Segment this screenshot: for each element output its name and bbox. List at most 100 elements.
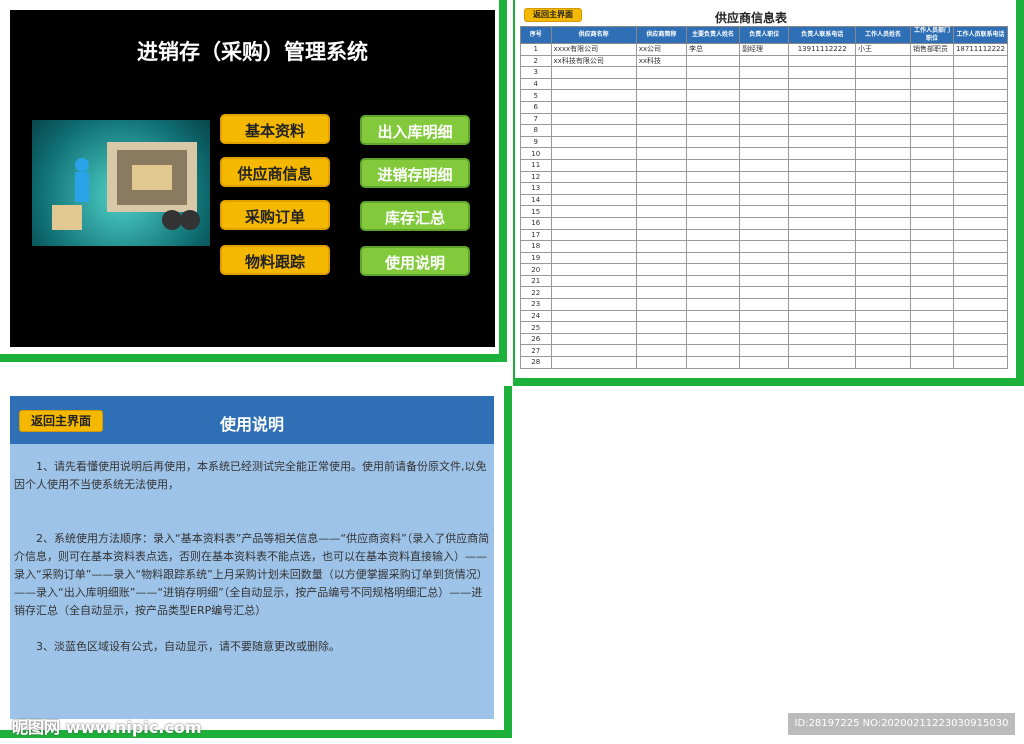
table-cell[interactable] (788, 309, 857, 323)
table-cell[interactable]: 13 (520, 182, 552, 195)
table-cell[interactable]: 8 (520, 124, 552, 137)
table-cell[interactable] (952, 263, 1009, 276)
table-cell[interactable] (910, 112, 954, 126)
table-cell[interactable] (686, 112, 741, 126)
table-cell[interactable] (952, 240, 1009, 253)
table-cell[interactable] (952, 344, 1009, 358)
table-cell[interactable] (739, 344, 790, 358)
table-cell[interactable] (739, 240, 790, 253)
table-cell[interactable] (788, 147, 857, 160)
table-cell[interactable] (686, 356, 741, 369)
table-cell[interactable] (686, 251, 741, 265)
table-cell[interactable] (855, 147, 912, 160)
table-cell[interactable]: 销售部职员 (910, 43, 954, 56)
table-cell[interactable] (686, 77, 741, 91)
table-cell[interactable] (550, 124, 637, 137)
table-cell[interactable] (910, 170, 954, 184)
table-cell[interactable] (550, 100, 637, 114)
table-cell[interactable] (635, 182, 688, 195)
back-to-main-button[interactable]: 返回主界面 (524, 8, 582, 22)
table-cell[interactable] (788, 356, 857, 369)
table-cell[interactable] (855, 298, 912, 311)
table-cell[interactable] (635, 193, 688, 207)
table-cell[interactable] (788, 135, 857, 149)
table-cell[interactable] (739, 263, 790, 276)
inout-detail-button[interactable]: 出入库明细 (360, 115, 470, 145)
table-cell[interactable] (855, 274, 912, 288)
table-cell[interactable] (952, 286, 1009, 300)
table-cell[interactable] (635, 251, 688, 265)
table-cell[interactable] (952, 193, 1009, 207)
table-cell[interactable] (635, 77, 688, 91)
table-cell[interactable] (855, 286, 912, 300)
table-cell[interactable] (739, 112, 790, 126)
table-cell[interactable] (910, 100, 954, 114)
table-cell[interactable]: 21 (520, 274, 552, 288)
table-cell[interactable] (788, 112, 857, 126)
table-cell[interactable] (635, 89, 688, 102)
table-cell[interactable] (686, 216, 741, 230)
table-cell[interactable] (855, 89, 912, 102)
table-cell[interactable] (635, 216, 688, 230)
table-cell[interactable] (635, 274, 688, 288)
table-cell[interactable] (952, 205, 1009, 218)
table-cell[interactable] (739, 89, 790, 102)
table-cell[interactable] (910, 89, 954, 102)
table-cell[interactable] (855, 321, 912, 334)
table-cell[interactable] (952, 228, 1009, 242)
table-cell[interactable] (739, 286, 790, 300)
table-cell[interactable] (550, 182, 637, 195)
table-cell[interactable] (910, 135, 954, 149)
table-cell[interactable] (788, 54, 857, 68)
table-cell[interactable]: 16 (520, 216, 552, 230)
table-cell[interactable] (635, 309, 688, 323)
table-cell[interactable] (550, 112, 637, 126)
table-cell[interactable] (739, 54, 790, 68)
table-cell[interactable]: 17 (520, 228, 552, 242)
table-cell[interactable] (910, 321, 954, 334)
table-cell[interactable]: xx公司 (635, 43, 688, 56)
table-cell[interactable] (952, 251, 1009, 265)
table-cell[interactable]: 18711112222 (952, 43, 1009, 56)
table-cell[interactable] (952, 274, 1009, 288)
table-cell[interactable] (550, 344, 637, 358)
table-cell[interactable] (855, 251, 912, 265)
table-cell[interactable] (788, 274, 857, 288)
table-cell[interactable] (788, 240, 857, 253)
table-cell[interactable] (686, 263, 741, 276)
table-cell[interactable] (855, 228, 912, 242)
table-cell[interactable] (910, 332, 954, 346)
table-cell[interactable]: 27 (520, 344, 552, 358)
table-cell[interactable] (686, 274, 741, 288)
table-cell[interactable] (739, 135, 790, 149)
table-cell[interactable] (910, 182, 954, 195)
table-cell[interactable] (910, 240, 954, 253)
table-cell[interactable] (686, 158, 741, 172)
table-cell[interactable]: 18 (520, 240, 552, 253)
table-cell[interactable] (855, 170, 912, 184)
table-cell[interactable] (550, 332, 637, 346)
table-cell[interactable] (788, 332, 857, 346)
table-cell[interactable]: 11 (520, 158, 552, 172)
table-cell[interactable]: 20 (520, 263, 552, 276)
table-cell[interactable] (910, 205, 954, 218)
table-cell[interactable] (910, 216, 954, 230)
table-cell[interactable] (910, 344, 954, 358)
table-cell[interactable] (910, 356, 954, 369)
table-cell[interactable] (788, 100, 857, 114)
table-cell[interactable] (788, 170, 857, 184)
table-cell[interactable] (635, 286, 688, 300)
table-cell[interactable] (550, 193, 637, 207)
table-cell[interactable]: 19 (520, 251, 552, 265)
table-cell[interactable] (910, 124, 954, 137)
table-cell[interactable] (550, 286, 637, 300)
table-cell[interactable] (635, 332, 688, 346)
table-cell[interactable] (952, 135, 1009, 149)
table-cell[interactable] (739, 66, 790, 79)
table-cell[interactable] (855, 135, 912, 149)
inventory-detail-button[interactable]: 进销存明细 (360, 158, 470, 188)
table-cell[interactable] (550, 170, 637, 184)
table-cell[interactable] (739, 251, 790, 265)
table-cell[interactable] (788, 205, 857, 218)
table-cell[interactable] (550, 89, 637, 102)
